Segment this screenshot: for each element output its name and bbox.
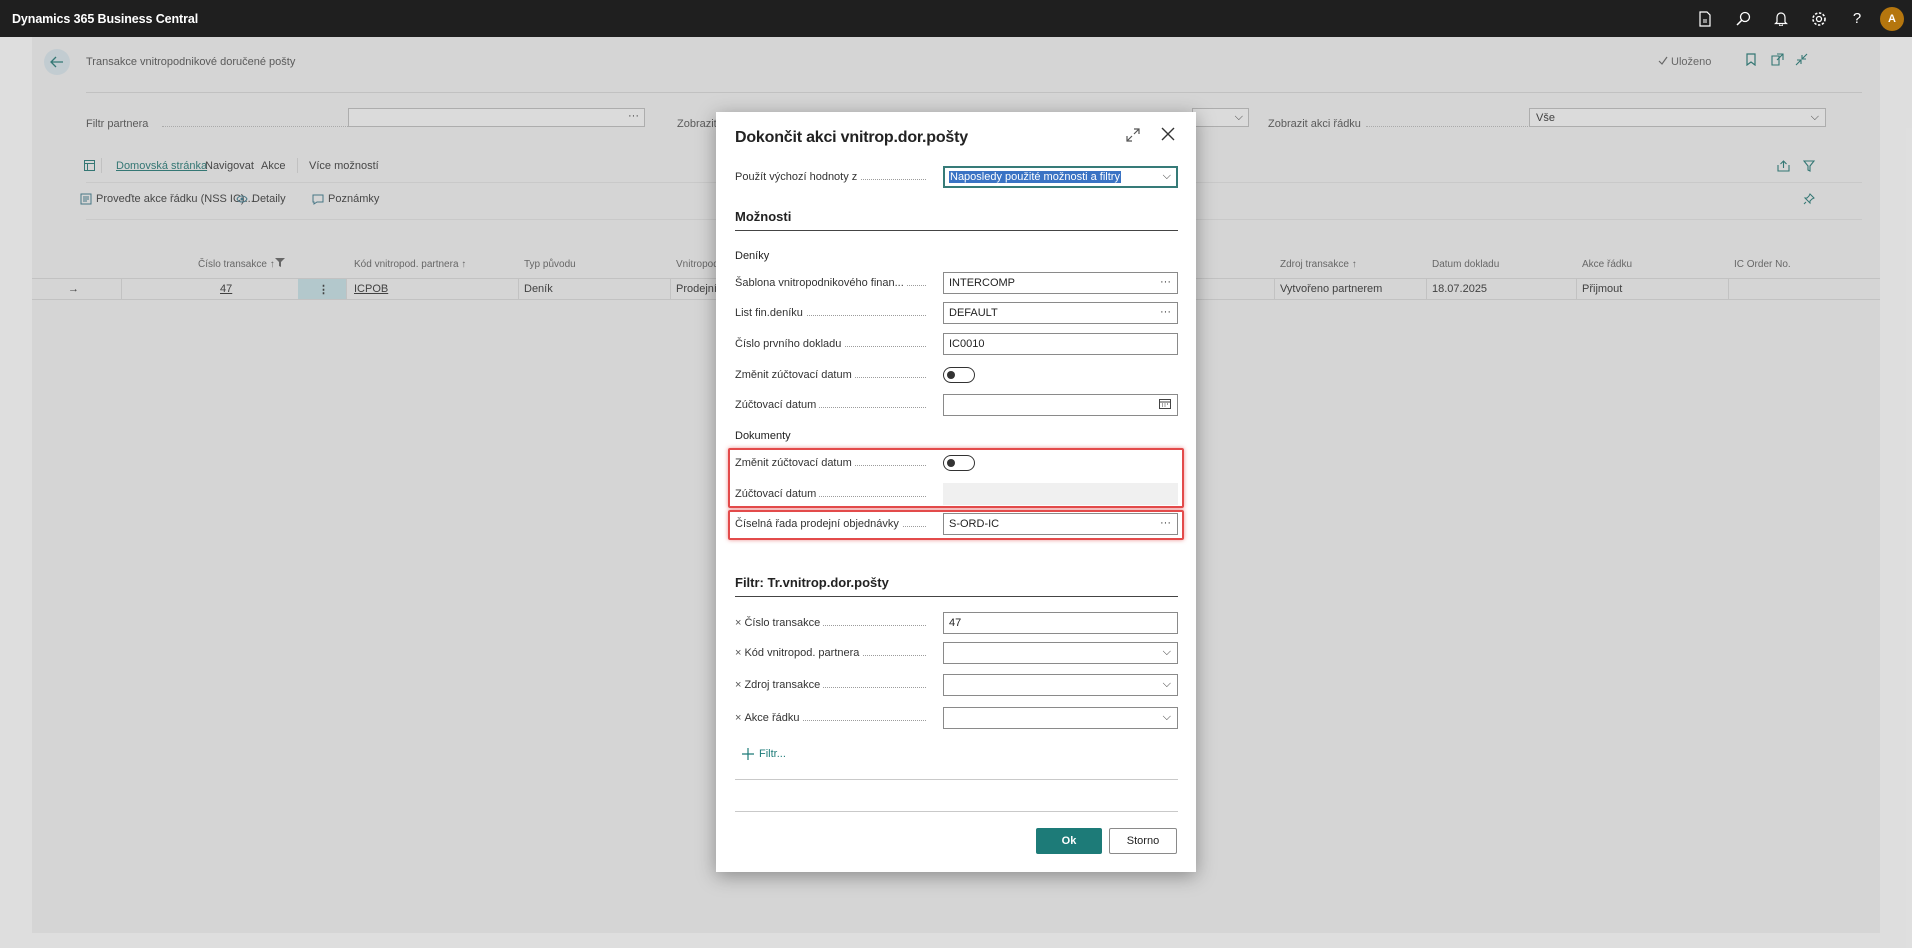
journal-posting-date-row: Zúčtovací datum — [735, 394, 1178, 416]
top-icons: ? A — [1686, 0, 1904, 37]
journal-batch-field[interactable]: DEFAULT ··· — [943, 302, 1178, 324]
gear-icon[interactable] — [1800, 0, 1838, 37]
lookup-icon[interactable]: ··· — [1160, 306, 1171, 318]
documents-posting-date-label: Zúčtovací datum — [735, 488, 820, 500]
filter-label: × Zdroj transakce — [735, 679, 824, 691]
finish-ic-action-dialog: Dokončit akci vnitrop.dor.pošty Použít v… — [716, 112, 1196, 872]
journal-posting-date-label: Zúčtovací datum — [735, 399, 820, 411]
cancel-button[interactable]: Storno — [1109, 828, 1177, 854]
remove-filter-icon[interactable]: × — [735, 712, 741, 724]
divider — [735, 779, 1178, 780]
close-icon[interactable] — [1160, 126, 1176, 145]
defaults-label: Použít výchozí hodnoty z — [735, 171, 861, 183]
first-doc-row: Číslo prvního dokladu IC0010 — [735, 333, 1178, 355]
journal-template-row: Šablona vnitropodnikového finan... INTER… — [735, 272, 1178, 294]
journal-replace-date-toggle[interactable] — [943, 367, 975, 383]
top-bar: Dynamics 365 Business Central ? A — [0, 0, 1912, 37]
sales-order-nos-label: Číselná řada prodejní objednávky — [735, 518, 902, 530]
search-icon[interactable] — [1724, 0, 1762, 37]
lookup-icon[interactable]: ··· — [1160, 276, 1171, 288]
filter-label: × Kód vnitropod. partnera — [735, 647, 863, 659]
remove-filter-icon[interactable]: × — [735, 679, 741, 691]
journal-template-field[interactable]: INTERCOMP ··· — [943, 272, 1178, 294]
filter-value: 47 — [949, 617, 962, 629]
journal-replace-date-row: Změnit zúčtovací datum — [735, 364, 1178, 386]
filter-partner-code-select[interactable]: ⌵ — [943, 642, 1178, 664]
lookup-icon[interactable]: ··· — [1160, 517, 1171, 529]
filter-transaction-no-field[interactable]: 47 — [943, 612, 1178, 634]
chevron-down-icon: ⌵ — [1162, 646, 1171, 658]
documents-replace-date-row: Změnit zúčtovací datum — [735, 452, 1178, 474]
documents-heading: Dokumenty — [735, 430, 791, 442]
sales-order-nos-value: S-ORD-IC — [949, 518, 1000, 530]
options-heading[interactable]: Možnosti — [735, 209, 1178, 231]
journal-batch-value: DEFAULT — [949, 307, 998, 319]
filter-label: × Akce řádku — [735, 712, 803, 724]
first-doc-value: IC0010 — [949, 338, 985, 350]
filter-row: × Akce řádku ⌵ — [735, 707, 1178, 729]
document-icon[interactable] — [1686, 0, 1724, 37]
sales-order-nos-field[interactable]: S-ORD-IC ··· — [943, 513, 1178, 535]
first-doc-label: Číslo prvního dokladu — [735, 338, 845, 350]
documents-posting-date-field — [943, 483, 1178, 505]
first-doc-field[interactable]: IC0010 — [943, 333, 1178, 355]
defaults-select[interactable]: Naposledy použité možnosti a filtry ⌵ — [943, 166, 1178, 188]
add-filter-link[interactable]: Filtr... — [742, 748, 786, 760]
chevron-down-icon: ⌵ — [1162, 170, 1171, 182]
divider — [735, 811, 1178, 812]
filter-source-select[interactable]: ⌵ — [943, 674, 1178, 696]
filter-row: × Číslo transakce 47 — [735, 612, 1178, 634]
filter-label: × Číslo transakce — [735, 617, 824, 629]
avatar[interactable]: A — [1880, 6, 1904, 31]
expand-icon[interactable] — [1126, 128, 1140, 145]
calendar-icon[interactable] — [1159, 398, 1171, 412]
documents-replace-date-label: Změnit zúčtovací datum — [735, 457, 855, 469]
journal-template-label: Šablona vnitropodnikového finan... — [735, 277, 907, 289]
journal-template-value: INTERCOMP — [949, 277, 1015, 289]
defaults-row: Použít výchozí hodnoty z Naposledy použi… — [735, 166, 1178, 188]
filter-row: × Zdroj transakce ⌵ — [735, 674, 1178, 696]
journal-batch-row: List fin.deníku DEFAULT ··· — [735, 302, 1178, 324]
documents-posting-date-row: Zúčtovací datum — [735, 483, 1178, 505]
app-title[interactable]: Dynamics 365 Business Central — [12, 12, 198, 26]
remove-filter-icon[interactable]: × — [735, 647, 741, 659]
add-filter-label: Filtr... — [759, 748, 786, 760]
plus-icon — [742, 748, 754, 760]
filter-row: × Kód vnitropod. partnera ⌵ — [735, 642, 1178, 664]
dialog-title: Dokončit akci vnitrop.dor.pošty — [735, 129, 968, 146]
bell-icon[interactable] — [1762, 0, 1800, 37]
documents-replace-date-toggle[interactable] — [943, 455, 975, 471]
chevron-down-icon: ⌵ — [1162, 711, 1171, 723]
filter-line-action-select[interactable]: ⌵ — [943, 707, 1178, 729]
journal-replace-date-label: Změnit zúčtovací datum — [735, 369, 855, 381]
journal-posting-date-field[interactable] — [943, 394, 1178, 416]
help-icon[interactable]: ? — [1838, 0, 1876, 37]
journals-heading: Deníky — [735, 250, 770, 262]
sales-order-nos-row: Číselná řada prodejní objednávky S-ORD-I… — [735, 513, 1178, 535]
ok-button[interactable]: Ok — [1036, 828, 1102, 854]
remove-filter-icon[interactable]: × — [735, 617, 741, 629]
chevron-down-icon: ⌵ — [1162, 678, 1171, 690]
defaults-value: Naposledy použité možnosti a filtry — [949, 171, 1121, 183]
journal-batch-label: List fin.deníku — [735, 307, 806, 319]
filter-heading[interactable]: Filtr: Tr.vnitrop.dor.pošty — [735, 575, 1178, 597]
